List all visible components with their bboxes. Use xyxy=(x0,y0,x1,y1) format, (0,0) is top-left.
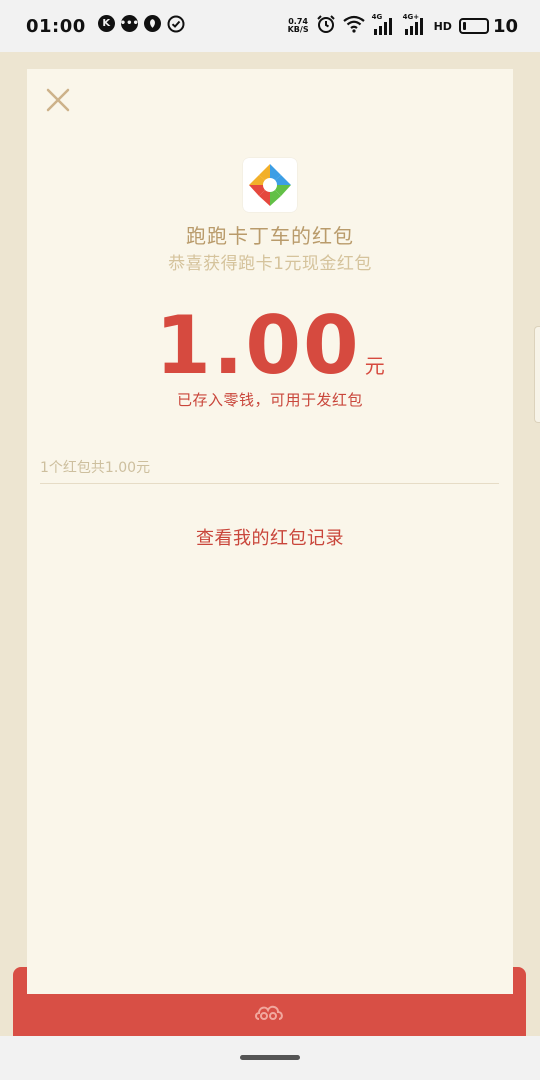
wifi-icon xyxy=(342,15,365,37)
packet-subtitle: 恭喜获得跑卡1元现金红包 xyxy=(168,254,372,274)
red-packet-card: 跑跑卡丁车的红包 恭喜获得跑卡1元现金红包 1.00 元 已存入零钱，可用于发红包… xyxy=(27,69,513,994)
status-bar: 01:00 K ••• 0.74 KB/S 4G 4G+ HD 10 xyxy=(0,0,540,52)
status-time: 01:00 xyxy=(26,15,86,37)
packet-title: 跑跑卡丁车的红包 xyxy=(186,224,354,248)
battery: 10 xyxy=(458,15,518,37)
network-type-label: 4G+ xyxy=(402,13,420,21)
alarm-icon xyxy=(316,14,336,38)
battery-level: 10 xyxy=(492,15,518,37)
app-logo-icon xyxy=(243,158,297,212)
home-indicator[interactable] xyxy=(240,1055,300,1060)
k-app-icon: K xyxy=(97,15,115,32)
divider xyxy=(40,483,499,484)
network-speed: 0.74 KB/S xyxy=(288,18,309,34)
signal-icon: 4G xyxy=(371,13,396,36)
hd-icon: HD xyxy=(433,19,452,33)
speed-unit: KB/S xyxy=(287,25,309,34)
navigation-bar xyxy=(0,1036,540,1080)
signal-icon: 4G+ xyxy=(402,13,427,36)
card-zigzag-edge xyxy=(27,982,513,991)
network-type-label: 4G xyxy=(371,13,383,21)
message-icon: ••• xyxy=(120,15,139,32)
cloud-emblem-icon xyxy=(255,1005,283,1020)
packet-summary: 1个红包共1.00元 xyxy=(40,460,151,476)
amount-value: 1.00 xyxy=(155,299,361,392)
amount-row: 1.00 元 xyxy=(27,301,513,391)
side-scroll-handle[interactable] xyxy=(534,326,540,423)
close-icon[interactable] xyxy=(45,87,71,113)
leaf-icon xyxy=(143,15,161,32)
amount-unit: 元 xyxy=(364,354,385,378)
deposit-note: 已存入零钱，可用于发红包 xyxy=(176,391,363,409)
battery-icon xyxy=(458,18,489,34)
view-records-link[interactable]: 查看我的红包记录 xyxy=(27,524,513,550)
check-circle-icon xyxy=(167,15,185,37)
notification-icons: K ••• xyxy=(97,15,185,37)
